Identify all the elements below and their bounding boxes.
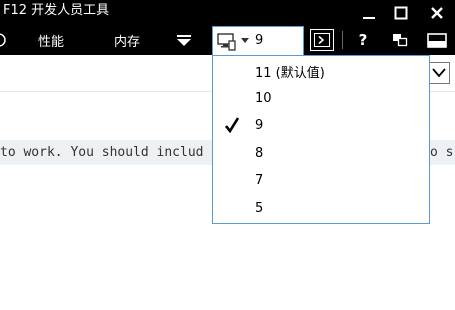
- checkmark-icon: [225, 117, 239, 133]
- close-icon: [431, 6, 443, 19]
- tab-memory[interactable]: 内存: [114, 25, 140, 55]
- console-prompt-icon: [314, 33, 330, 47]
- help-button[interactable]: ?: [354, 29, 372, 51]
- tab-performance[interactable]: 性能: [38, 25, 64, 55]
- console-message-text: to work. You should includ: [0, 145, 204, 160]
- menu-item-label: 10: [255, 91, 272, 106]
- document-mode-value: 9: [255, 33, 264, 48]
- dock-bottom-icon: [427, 32, 447, 48]
- dock-bottom-button[interactable]: [426, 29, 448, 51]
- maximize-button[interactable]: [384, 0, 418, 25]
- toolbar-separator: [342, 31, 343, 49]
- maximize-icon: [394, 6, 408, 19]
- menu-item-mode-8[interactable]: 8: [213, 140, 429, 167]
- target-select[interactable]: [428, 62, 450, 84]
- dropdown-arrow-icon: [241, 38, 249, 43]
- menu-item-mode-5[interactable]: 5: [213, 195, 429, 222]
- document-mode-menu: 11 (默认值) 10 9 8 7 5: [212, 55, 430, 224]
- overflow-menu-button[interactable]: [174, 29, 194, 51]
- menu-item-label: 8: [255, 146, 264, 161]
- menu-item-label: 5: [255, 201, 264, 216]
- title-bar: F12 开发人员工具: [0, 0, 455, 25]
- menu-item-mode-7[interactable]: 7: [213, 167, 429, 194]
- document-mode-selector[interactable]: 9: [212, 26, 304, 56]
- help-icon: ?: [358, 31, 368, 49]
- window-title: F12 开发人员工具: [3, 3, 110, 18]
- overflow-chevron-icon: [177, 35, 191, 46]
- menu-item-label: 7: [255, 173, 264, 188]
- chevron-down-icon: [432, 68, 446, 78]
- menu-item-mode-9[interactable]: 9: [213, 112, 429, 139]
- minimize-icon: [363, 16, 375, 19]
- console-button[interactable]: [310, 29, 334, 51]
- undock-icon: [393, 34, 408, 47]
- monitor-icon: [217, 33, 236, 51]
- console-message-text-tail: o s: [430, 145, 454, 160]
- close-button[interactable]: [420, 0, 454, 25]
- menu-item-mode-11[interactable]: 11 (默认值): [213, 58, 429, 85]
- minimize-button[interactable]: [352, 0, 386, 25]
- debugger-tab-icon[interactable]: [0, 29, 8, 51]
- menu-item-label: 9: [255, 118, 264, 133]
- menu-item-mode-10[interactable]: 10: [213, 85, 429, 112]
- menu-item-label: 11 (默认值): [255, 66, 325, 81]
- undock-button[interactable]: [390, 29, 410, 51]
